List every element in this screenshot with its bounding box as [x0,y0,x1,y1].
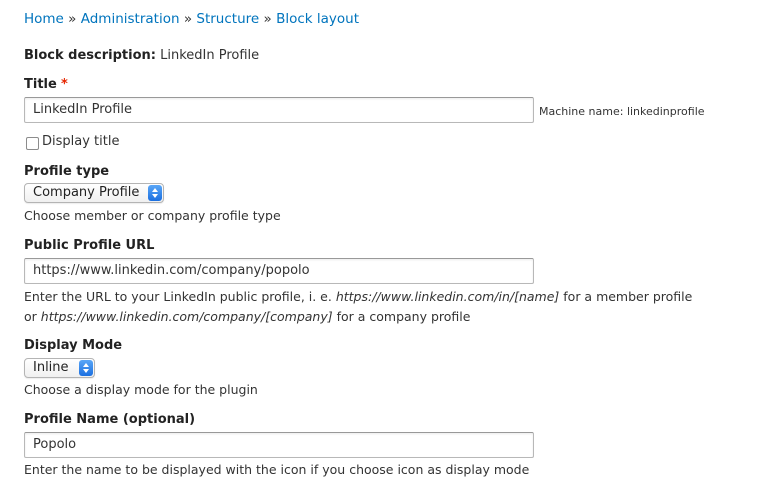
display-mode-select[interactable]: Inline [24,358,95,378]
title-input[interactable]: LinkedIn Profile [24,97,534,123]
public-profile-url-label: Public Profile URL [24,238,155,253]
select-arrows-icon [79,360,93,376]
title-field-label: Title * [24,77,68,92]
profile-type-description: Choose member or company profile type [24,208,281,223]
required-marker: * [60,77,68,92]
display-mode-label: Display Mode [24,338,123,353]
display-mode-selected-value: Inline [33,360,69,375]
breadcrumb-block-layout-link[interactable]: Block layout [276,11,359,27]
profile-type-selected-value: Company Profile [33,185,140,200]
profile-type-label: Profile type [24,164,110,179]
block-description-value: LinkedIn Profile [160,48,260,63]
public-profile-url-description-line1: Enter the URL to your LinkedIn public pr… [24,289,693,304]
public-profile-url-input[interactable]: https://www.linkedin.com/company/popolo [24,258,534,284]
title-label: Title [24,77,57,92]
public-profile-url-description-line2: or https://www.linkedin.com/company/[com… [24,309,471,324]
machine-name: Machine name: linkedinprofile [539,105,705,118]
display-title-label[interactable]: Display title [42,134,119,149]
profile-name-label: Profile Name (optional) [24,412,196,427]
display-title-checkbox[interactable] [26,137,39,150]
breadcrumb-separator: » [68,11,77,27]
breadcrumb: Home » Administration » Structure » Bloc… [24,11,359,27]
block-description-label: Block description: [24,48,156,63]
breadcrumb-home-link[interactable]: Home [24,11,64,27]
breadcrumb-separator: » [183,11,193,27]
profile-type-select[interactable]: Company Profile [24,183,164,203]
breadcrumb-administration-link[interactable]: Administration [81,11,180,27]
profile-name-input[interactable]: Popolo [24,432,534,458]
breadcrumb-structure-link[interactable]: Structure [196,11,259,27]
breadcrumb-separator: » [263,11,272,27]
display-mode-description: Choose a display mode for the plugin [24,382,258,397]
block-description: Block description: LinkedIn Profile [24,48,259,63]
profile-name-description: Enter the name to be displayed with the … [24,462,530,477]
select-arrows-icon [148,185,162,201]
